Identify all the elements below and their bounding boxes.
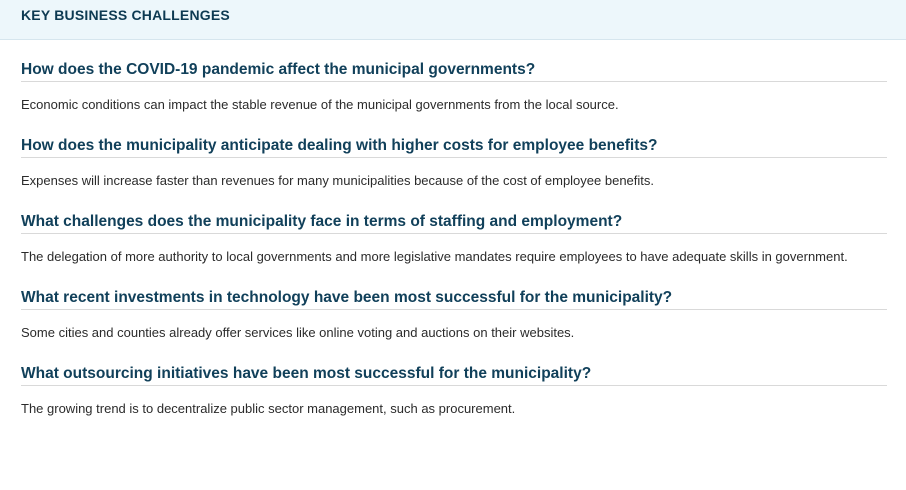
qa-question: What outsourcing initiatives have been m… bbox=[21, 364, 887, 386]
qa-question: How does the COVID-19 pandemic affect th… bbox=[21, 60, 887, 82]
qa-answer: Economic conditions can impact the stabl… bbox=[21, 97, 619, 112]
panel-title: KEY BUSINESS CHALLENGES bbox=[21, 6, 230, 23]
qa-answer: Some cities and counties already offer s… bbox=[21, 325, 575, 340]
qa-list: How does the COVID-19 pandemic affect th… bbox=[0, 40, 906, 421]
panel-header: KEY BUSINESS CHALLENGES bbox=[0, 0, 906, 40]
qa-answer: The growing trend is to decentralize pub… bbox=[21, 401, 516, 416]
qa-item: What challenges does the municipality fa… bbox=[21, 212, 887, 269]
qa-item: What recent investments in technology ha… bbox=[21, 288, 887, 345]
qa-item: How does the COVID-19 pandemic affect th… bbox=[21, 60, 887, 117]
qa-answer: Expenses will increase faster than reven… bbox=[21, 173, 655, 188]
qa-question: What recent investments in technology ha… bbox=[21, 288, 887, 310]
qa-question: What challenges does the municipality fa… bbox=[21, 212, 887, 234]
key-business-challenges-panel: KEY BUSINESS CHALLENGES How does the COV… bbox=[0, 0, 906, 490]
qa-answer: The delegation of more authority to loca… bbox=[21, 249, 848, 264]
qa-item: How does the municipality anticipate dea… bbox=[21, 136, 887, 193]
qa-question: How does the municipality anticipate dea… bbox=[21, 136, 887, 158]
qa-item: What outsourcing initiatives have been m… bbox=[21, 364, 887, 421]
